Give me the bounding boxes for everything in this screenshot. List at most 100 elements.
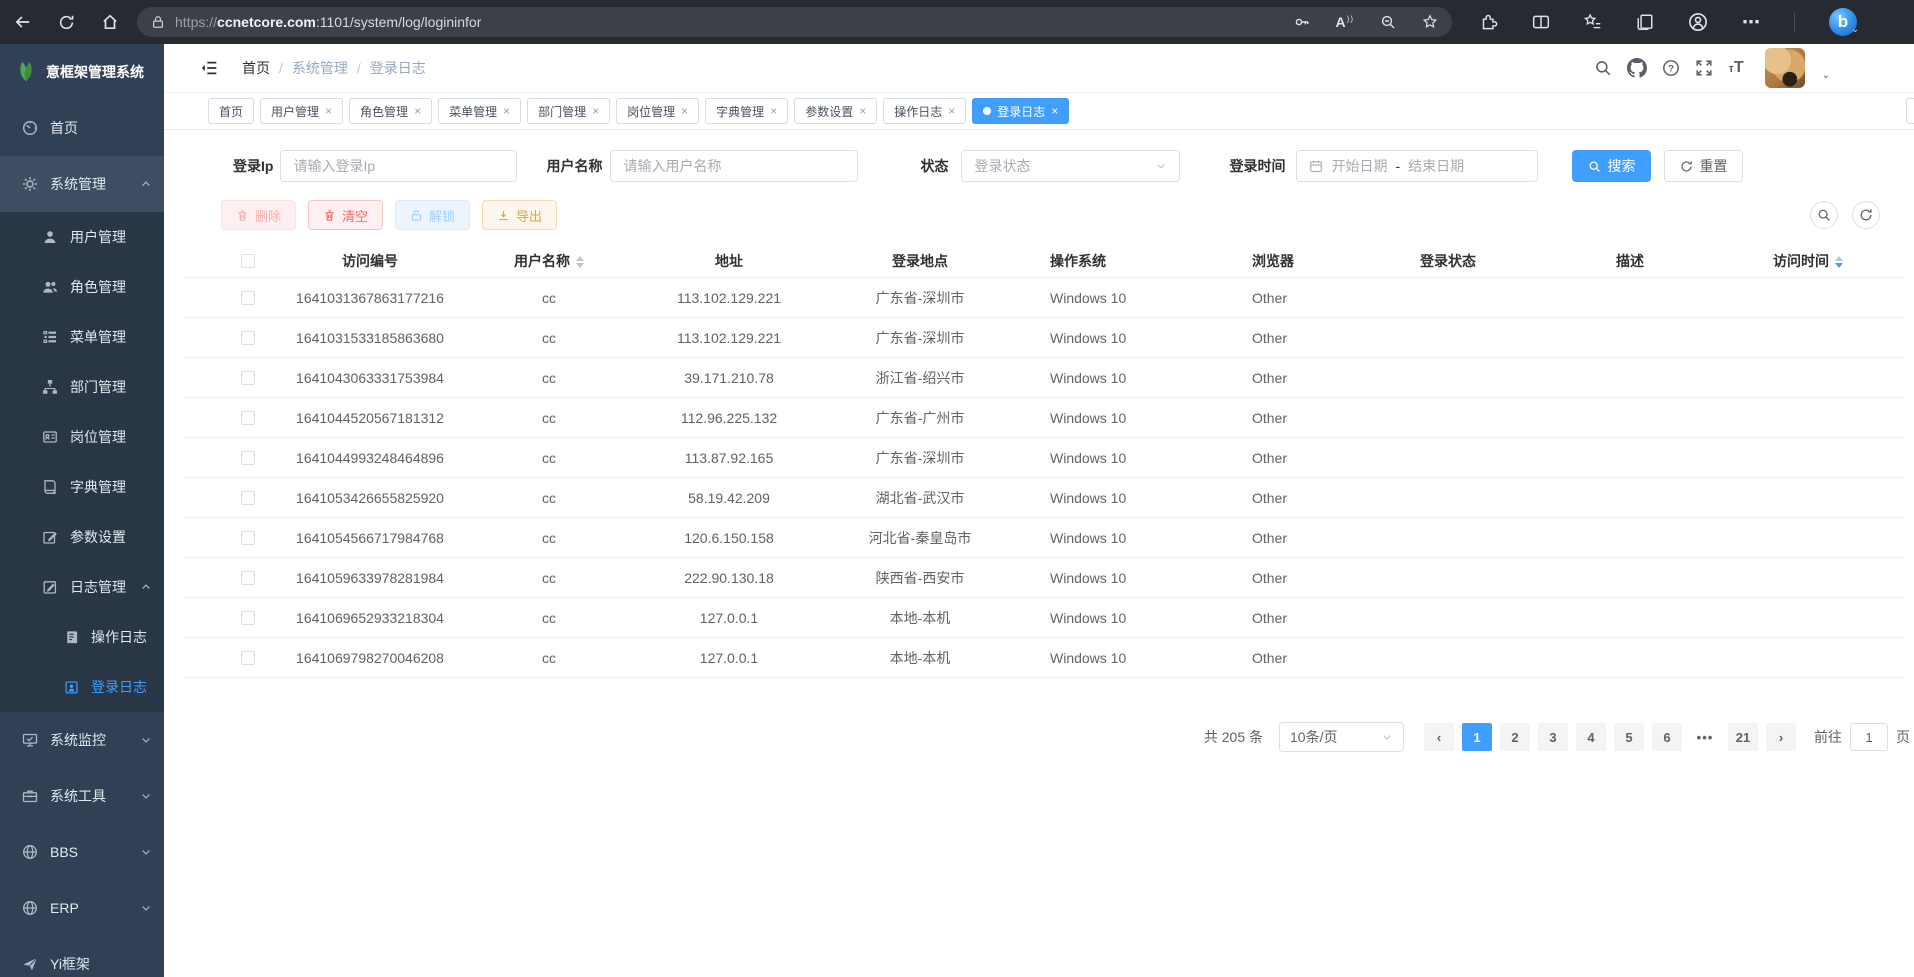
fullscreen-icon[interactable] <box>1695 59 1713 77</box>
sort-icon[interactable] <box>576 256 584 268</box>
sidebar-item-dict-management[interactable]: 字典管理 <box>0 462 164 512</box>
page-size-select[interactable]: 10条/页 <box>1279 722 1404 752</box>
username-input[interactable] <box>623 158 845 174</box>
sidebar-item-user-management[interactable]: 用户管理 <box>0 212 164 262</box>
column-header-visit-time[interactable]: 访问时间 <box>1753 251 1906 271</box>
tab-home[interactable]: 首页 <box>208 98 254 124</box>
tab-post-management[interactable]: 岗位管理× <box>616 98 699 124</box>
profile-icon[interactable] <box>1688 12 1708 32</box>
delete-button[interactable]: 删除 <box>221 200 296 230</box>
password-key-icon[interactable] <box>1294 14 1310 30</box>
sidebar-item-department-management[interactable]: 部门管理 <box>0 362 164 412</box>
refresh-page-icon[interactable] <box>58 14 75 31</box>
page-button-last[interactable]: 21 <box>1728 723 1758 751</box>
page-button-1[interactable]: 1 <box>1462 723 1492 751</box>
read-aloud-icon[interactable]: A)) <box>1336 14 1354 30</box>
row-checkbox[interactable] <box>241 651 255 665</box>
split-screen-icon[interactable] <box>1532 13 1550 31</box>
page-button-2[interactable]: 2 <box>1500 723 1530 751</box>
font-size-icon[interactable]: тT <box>1728 59 1743 77</box>
unlock-button[interactable]: 解锁 <box>395 200 470 230</box>
tab-login-log[interactable]: 登录日志× <box>972 98 1069 124</box>
row-checkbox[interactable] <box>241 491 255 505</box>
sidebar-item-system-monitor[interactable]: 系统监控 <box>0 712 164 768</box>
sort-icon[interactable] <box>1835 256 1843 268</box>
tab-menu-management[interactable]: 菜单管理× <box>438 98 521 124</box>
row-checkbox[interactable] <box>241 451 255 465</box>
date-start-placeholder[interactable]: 开始日期 <box>1331 156 1387 176</box>
bing-caret-icon[interactable]: ⌄ <box>1851 24 1859 35</box>
sidebar-item-log-management[interactable]: 日志管理 <box>0 562 164 612</box>
page-button-5[interactable]: 5 <box>1614 723 1644 751</box>
zoom-out-icon[interactable] <box>1380 14 1396 30</box>
more-pages-button[interactable]: ••• <box>1690 723 1720 751</box>
sidebar-item-parameter-settings[interactable]: 参数设置 <box>0 512 164 562</box>
back-icon[interactable] <box>14 13 32 31</box>
sidebar-item-system-tools[interactable]: 系统工具 <box>0 768 164 824</box>
sidebar-item-menu-management[interactable]: 菜单管理 <box>0 312 164 362</box>
extensions-icon[interactable] <box>1480 13 1498 31</box>
home-icon[interactable] <box>101 13 119 31</box>
sidebar-item-role-management[interactable]: 角色管理 <box>0 262 164 312</box>
help-icon[interactable]: ? <box>1662 59 1680 77</box>
tab-user-management[interactable]: 用户管理× <box>260 98 343 124</box>
favorites-bar-icon[interactable] <box>1584 13 1602 31</box>
table-refresh-button[interactable] <box>1852 201 1880 229</box>
select-all-checkbox[interactable] <box>241 254 255 268</box>
user-avatar[interactable] <box>1765 48 1805 88</box>
favorite-add-icon[interactable] <box>1422 14 1438 30</box>
close-icon[interactable]: × <box>592 104 599 118</box>
sidebar-item-home[interactable]: 首页 <box>0 100 164 156</box>
close-icon[interactable]: × <box>503 104 510 118</box>
sidebar-item-system-management[interactable]: 系统管理 <box>0 156 164 212</box>
row-checkbox[interactable] <box>241 331 255 345</box>
avatar-caret-icon[interactable]: ⌄ <box>1822 70 1830 81</box>
column-header-username[interactable]: 用户名称 <box>450 251 648 271</box>
tab-dict-management[interactable]: 字典管理× <box>705 98 788 124</box>
sidebar-item-login-log[interactable]: 登录日志 <box>0 662 164 712</box>
tab-overflow-sliver[interactable] <box>1906 98 1914 124</box>
login-ip-input[interactable] <box>293 158 504 174</box>
close-icon[interactable]: × <box>948 104 955 118</box>
collections-icon[interactable] <box>1636 13 1654 31</box>
clear-button[interactable]: 清空 <box>308 200 383 230</box>
next-page-button[interactable]: › <box>1766 723 1796 751</box>
row-checkbox[interactable] <box>241 371 255 385</box>
goto-page-input[interactable] <box>1850 723 1888 751</box>
close-icon[interactable]: × <box>1051 104 1058 118</box>
export-button[interactable]: 导出 <box>482 200 557 230</box>
date-range-picker[interactable]: 开始日期 - 结束日期 <box>1296 150 1538 182</box>
breadcrumb-home[interactable]: 首页 <box>242 58 270 78</box>
sidebar-item-erp[interactable]: ERP <box>0 880 164 936</box>
github-icon[interactable] <box>1627 58 1647 78</box>
page-button-4[interactable]: 4 <box>1576 723 1606 751</box>
row-checkbox[interactable] <box>241 611 255 625</box>
close-icon[interactable]: × <box>414 104 421 118</box>
tab-department-management[interactable]: 部门管理× <box>527 98 610 124</box>
date-end-placeholder[interactable]: 结束日期 <box>1408 156 1464 176</box>
close-icon[interactable]: × <box>681 104 688 118</box>
row-checkbox[interactable] <box>241 291 255 305</box>
sidebar-item-post-management[interactable]: 岗位管理 <box>0 412 164 462</box>
close-icon[interactable]: × <box>770 104 777 118</box>
tab-operation-log[interactable]: 操作日志× <box>883 98 966 124</box>
tab-role-management[interactable]: 角色管理× <box>349 98 432 124</box>
sidebar-item-yi-framework[interactable]: Yi框架 <box>0 936 164 977</box>
page-button-6[interactable]: 6 <box>1652 723 1682 751</box>
close-icon[interactable]: × <box>325 104 332 118</box>
row-checkbox[interactable] <box>241 571 255 585</box>
row-checkbox[interactable] <box>241 531 255 545</box>
status-select[interactable]: 登录状态 <box>961 150 1180 182</box>
sidebar-collapse-icon[interactable] <box>200 59 218 77</box>
tab-parameter-settings[interactable]: 参数设置× <box>794 98 877 124</box>
address-bar[interactable]: https://ccnetcore.com:1101/system/log/lo… <box>137 7 1452 37</box>
prev-page-button[interactable]: ‹ <box>1424 723 1454 751</box>
reset-button[interactable]: 重置 <box>1664 150 1743 182</box>
lock-icon[interactable] <box>151 15 165 29</box>
page-button-3[interactable]: 3 <box>1538 723 1568 751</box>
row-checkbox[interactable] <box>241 411 255 425</box>
search-button[interactable]: 搜索 <box>1572 150 1651 182</box>
close-icon[interactable]: × <box>859 104 866 118</box>
sidebar-item-operation-log[interactable]: 操作日志 <box>0 612 164 662</box>
search-icon[interactable] <box>1594 59 1612 77</box>
